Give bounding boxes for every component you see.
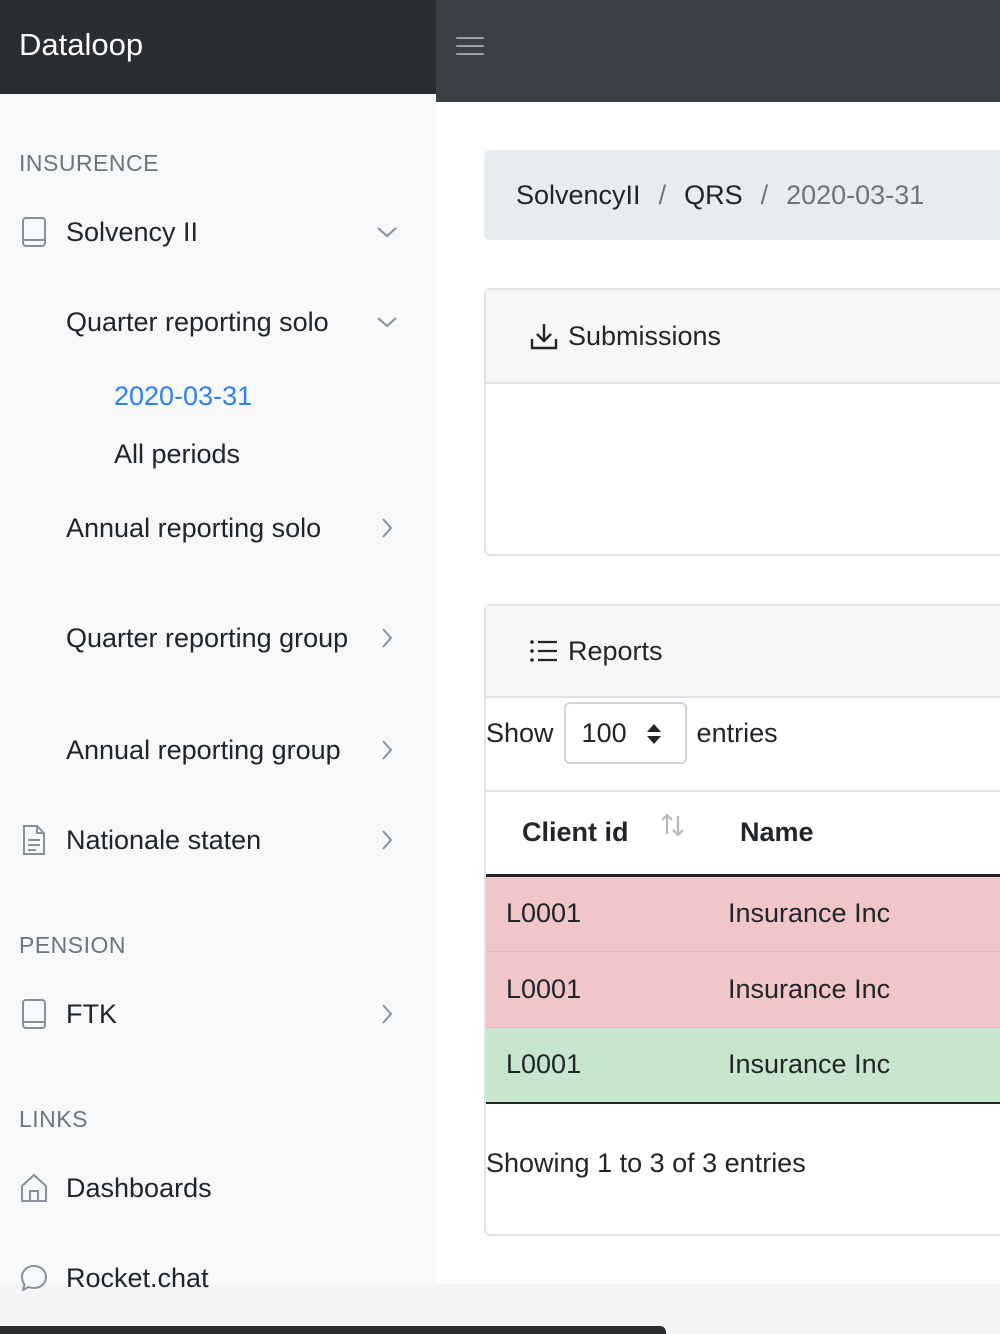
list-icon [528,635,560,667]
sidebar-section-pension: PENSION [19,932,127,958]
sidebar-section-links: LINKS [19,1106,88,1132]
sidebar-item-nationale-staten[interactable]: Nationale staten [0,820,436,860]
sidebar-item-label: Annual reporting group [66,734,341,765]
cell-name: Insurance Inc [706,1027,1000,1104]
cell-name: Insurance Inc [706,951,1000,1028]
column-header-name[interactable]: Name [706,790,1000,877]
table-row[interactable]: L0001 Insurance Inc [486,875,1000,952]
sidebar-item-quarter-group[interactable]: Quarter reporting group [0,596,436,680]
cell-client-id: L0001 [486,875,706,952]
cell-client-id: L0001 [486,951,706,1028]
sidebar-item-label: 2020-03-31 [114,380,253,411]
reports-title: Reports [568,635,663,666]
chat-icon [19,1261,49,1295]
select-arrows-icon [646,724,661,744]
document-icon [19,823,49,857]
sidebar-section-insurence: INSURENCE [19,150,159,176]
main-content: SolvencyII / QRS / 2020-03-31 Submission… [436,102,1000,1284]
sidebar-item-label: All periods [114,438,241,469]
breadcrumb-item-qrs[interactable]: QRS [684,180,743,211]
table-row[interactable]: L0001 Insurance Inc [486,951,1000,1028]
entries-per-page-select[interactable]: 100 [563,702,687,764]
book-icon [19,997,49,1031]
chevron-right-icon[interactable] [376,517,398,539]
reports-table: Client id Name L0001 Insurance Inc L0001 [486,790,1000,1104]
sidebar-item-label: Quarter reporting solo [66,306,329,337]
table-info-text: Showing 1 to 3 of 3 entries [486,1148,806,1178]
sidebar-item-label: Dashboards [66,1172,212,1203]
sidebar-item-period-current[interactable]: 2020-03-31 [0,376,436,416]
sidebar-item-label: Quarter reporting group [66,623,349,653]
chevron-right-icon[interactable] [376,627,398,649]
table-row[interactable]: L0001 Insurance Inc [486,1027,1000,1104]
column-header-label: Client id [522,817,629,848]
chevron-down-icon[interactable] [376,311,398,333]
sidebar-item-all-periods[interactable]: All periods [0,434,436,474]
submissions-title: Submissions [568,320,722,351]
table-header-row: Client id Name [486,790,1000,877]
reports-card: Reports Show 100 entries Client id Name … [484,604,1000,1236]
submissions-card-header: Submissions [486,290,1000,384]
chevron-down-icon[interactable] [376,221,398,243]
book-icon [19,215,49,249]
chevron-right-icon[interactable] [376,739,398,761]
breadcrumb-separator: / [658,179,667,210]
bottom-bar [0,1326,666,1334]
brand-logo[interactable]: Dataloop [0,0,436,94]
sort-icon[interactable] [658,812,688,838]
sidebar-item-label: Annual reporting solo [66,512,322,543]
chevron-right-icon[interactable] [376,1003,398,1025]
cell-name: Insurance Inc [706,875,1000,952]
entries-length-control: Show 100 entries [486,702,778,764]
sidebar-item-annual-solo[interactable]: Annual reporting solo [0,508,436,548]
home-icon [19,1171,49,1205]
download-icon [528,320,560,352]
breadcrumb-item-solvency[interactable]: SolvencyII [516,180,641,211]
sidebar-item-label: Solvency II [66,216,199,247]
sidebar-item-label: Nationale staten [66,824,262,855]
cell-client-id: L0001 [486,1027,706,1104]
breadcrumb-item-current: 2020-03-31 [786,179,925,210]
breadcrumb: SolvencyII / QRS / 2020-03-31 [484,150,1000,240]
column-header-client-id[interactable]: Client id [486,790,706,877]
breadcrumb-separator: / [760,179,769,210]
sidebar-item-quarter-solo[interactable]: Quarter reporting solo [0,302,436,342]
sidebar-item-dashboards[interactable]: Dashboards [0,1168,436,1208]
menu-toggle-icon[interactable] [456,37,484,59]
top-navbar [436,0,1000,102]
sidebar-item-solvency[interactable]: Solvency II [0,212,436,252]
length-suffix: entries [696,717,778,748]
length-prefix: Show [486,717,554,748]
sidebar-item-ftk[interactable]: FTK [0,994,436,1034]
reports-card-header: Reports [486,606,1000,698]
chevron-right-icon[interactable] [376,829,398,851]
submissions-card: Submissions [484,288,1000,556]
entries-per-page-value: 100 [581,717,627,748]
sidebar-item-rocket-chat[interactable]: Rocket.chat [0,1258,436,1298]
sidebar: INSURENCE Solvency II Quarter reporting … [0,94,436,1293]
sidebar-item-label: FTK [66,998,117,1029]
sidebar-item-annual-group[interactable]: Annual reporting group [0,730,436,770]
sidebar-item-label: Rocket.chat [66,1262,209,1293]
